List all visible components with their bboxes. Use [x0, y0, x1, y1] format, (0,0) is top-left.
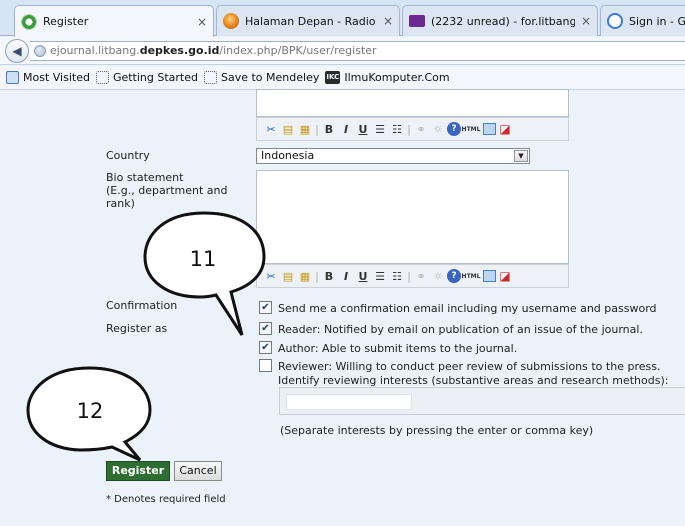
author-checkbox[interactable]: ✔ — [259, 341, 272, 354]
unlink-icon[interactable]: ☼ — [430, 268, 446, 284]
reader-option-label: Reader: Notified by email on publication… — [278, 323, 643, 336]
tab-title: Sign in - Go — [629, 14, 685, 28]
navigation-bar: ◀ ejournal.litbang.depkes.go.id/index.ph… — [0, 37, 685, 65]
image-icon[interactable] — [483, 123, 496, 135]
help-icon[interactable]: ? — [447, 122, 461, 136]
cancel-button[interactable]: Cancel — [174, 461, 222, 481]
bookmark-label: Getting Started — [112, 71, 198, 84]
bullet-list-icon[interactable]: ☰ — [372, 268, 388, 284]
ojs-favicon-icon — [21, 13, 37, 30]
paste-icon[interactable]: ▦ — [297, 268, 313, 284]
country-label: Country — [106, 149, 150, 162]
mail-favicon-icon — [409, 15, 425, 27]
editor-toolbar: ✂ ▤ ▦ | B I U ☰ ☷ | ⚭ ☼? HTML ◪ — [256, 264, 569, 288]
bookmarks-bar: Most Visited Getting Started Save to Men… — [0, 66, 685, 90]
reviewing-interests-input[interactable] — [286, 394, 412, 410]
fullscreen-icon[interactable]: ◪ — [497, 268, 513, 284]
bio-statement-editor[interactable] — [256, 170, 569, 264]
google-favicon-icon — [607, 13, 623, 29]
bookmark-ilmukomputer[interactable]: IKC IlmuKomputer.Com — [325, 71, 450, 84]
tab-register[interactable]: Register × — [14, 5, 214, 37]
reviewer-option-label: Reviewer: Willing to conduct peer review… — [278, 360, 661, 373]
separator: | — [315, 269, 319, 283]
bookmark-most-visited[interactable]: Most Visited — [6, 71, 90, 84]
tab-title: Register — [43, 15, 89, 28]
reviewer-interests-prompt: Identify reviewing interests (substantiv… — [278, 374, 669, 387]
paste-icon[interactable]: ▦ — [297, 121, 313, 137]
italic-icon[interactable]: I — [338, 121, 354, 137]
editor-toolbar: ✂ ▤ ▦ | B I U ☰ ☷ | ⚭ ☼? HTML ◪ — [256, 117, 569, 141]
separator: | — [407, 269, 411, 283]
reviewing-interests-box — [279, 387, 685, 415]
tab-close-icon[interactable]: × — [581, 14, 591, 28]
previous-field-editor[interactable] — [256, 89, 569, 117]
html-icon[interactable]: HTML — [462, 268, 481, 284]
address-bar[interactable]: ejournal.litbang.depkes.go.id/index.php/… — [30, 41, 685, 61]
tab-title: Halaman Depan - Radio Ro... — [245, 14, 377, 28]
image-icon[interactable] — [483, 270, 496, 282]
country-select[interactable]: Indonesia ▼ — [256, 148, 530, 164]
confirmation-checkbox[interactable]: ✔ — [259, 301, 272, 314]
page-icon — [204, 71, 217, 84]
confirmation-option-label: Send me a confirmation email including m… — [278, 302, 657, 315]
html-icon[interactable]: HTML — [462, 121, 481, 137]
numbered-list-icon[interactable]: ☷ — [389, 268, 405, 284]
confirmation-label: Confirmation — [106, 299, 178, 312]
bullet-list-icon[interactable]: ☰ — [372, 121, 388, 137]
back-arrow-icon: ◀ — [12, 44, 22, 58]
tab-close-icon[interactable]: × — [383, 14, 393, 28]
required-field-note: * Denotes required field — [106, 494, 226, 505]
site-identity-icon[interactable] — [34, 45, 46, 57]
registration-page: ✂ ▤ ▦ | B I U ☰ ☷ | ⚭ ☼? HTML ◪ Country Indonesia ▼ B… — [0, 89, 685, 526]
back-button[interactable]: ◀ — [5, 39, 29, 63]
bookmark-label: Save to Mendeley — [221, 71, 320, 84]
cut-icon[interactable]: ✂ — [263, 268, 279, 284]
bookmark-save-to-mendeley[interactable]: Save to Mendeley — [204, 71, 319, 84]
most-visited-icon — [6, 71, 19, 84]
ikc-logo-icon: IKC — [325, 71, 341, 84]
url-prefix: ejournal.litbang. — [50, 44, 140, 57]
bold-icon[interactable]: B — [321, 121, 337, 137]
bold-icon[interactable]: B — [321, 268, 337, 284]
author-option-label: Author: Able to submit items to the jour… — [278, 342, 518, 355]
numbered-list-icon[interactable]: ☷ — [389, 121, 405, 137]
radio-favicon-icon — [223, 13, 239, 29]
italic-icon[interactable]: I — [338, 268, 354, 284]
interests-hint: (Separate interests by pressing the ente… — [280, 424, 594, 437]
url-domain: depkes.go.id — [139, 44, 220, 57]
tab-title: (2232 unread) - for.litbang ... — [431, 14, 575, 28]
register-button[interactable]: Register — [106, 461, 170, 481]
copy-icon[interactable]: ▤ — [280, 268, 296, 284]
help-icon[interactable]: ? — [447, 269, 461, 283]
separator: | — [407, 122, 411, 136]
reader-checkbox[interactable]: ✔ — [259, 322, 272, 335]
link-icon[interactable]: ⚭ — [413, 268, 429, 284]
link-icon[interactable]: ⚭ — [413, 121, 429, 137]
tab-mail[interactable]: (2232 unread) - for.litbang ... × — [402, 5, 598, 36]
tab-radio[interactable]: Halaman Depan - Radio Ro... × — [216, 5, 400, 36]
browser-tab-bar: Register × Halaman Depan - Radio Ro... ×… — [0, 0, 685, 37]
copy-icon[interactable]: ▤ — [280, 121, 296, 137]
url-path: /index.php/BPK/user/register — [219, 44, 377, 57]
bookmark-label: Most Visited — [23, 71, 90, 84]
cut-icon[interactable]: ✂ — [263, 121, 279, 137]
chevron-down-icon[interactable]: ▼ — [514, 150, 528, 162]
bookmark-label: IlmuKomputer.Com — [344, 71, 450, 84]
underline-icon[interactable]: U — [355, 268, 371, 284]
tab-close-icon[interactable]: × — [197, 15, 207, 29]
register-as-label: Register as — [106, 322, 168, 335]
page-icon — [95, 71, 109, 84]
fullscreen-icon[interactable]: ◪ — [497, 121, 513, 137]
unlink-icon[interactable]: ☼ — [430, 121, 446, 137]
separator: | — [315, 122, 319, 136]
reviewer-checkbox[interactable] — [259, 359, 272, 372]
bookmark-getting-started[interactable]: Getting Started — [95, 71, 198, 84]
tab-google[interactable]: Sign in - Go — [600, 5, 685, 36]
underline-icon[interactable]: U — [355, 121, 371, 137]
bio-statement-label: Bio statement (E.g., department and rank… — [106, 171, 228, 210]
country-value: Indonesia — [261, 149, 315, 162]
